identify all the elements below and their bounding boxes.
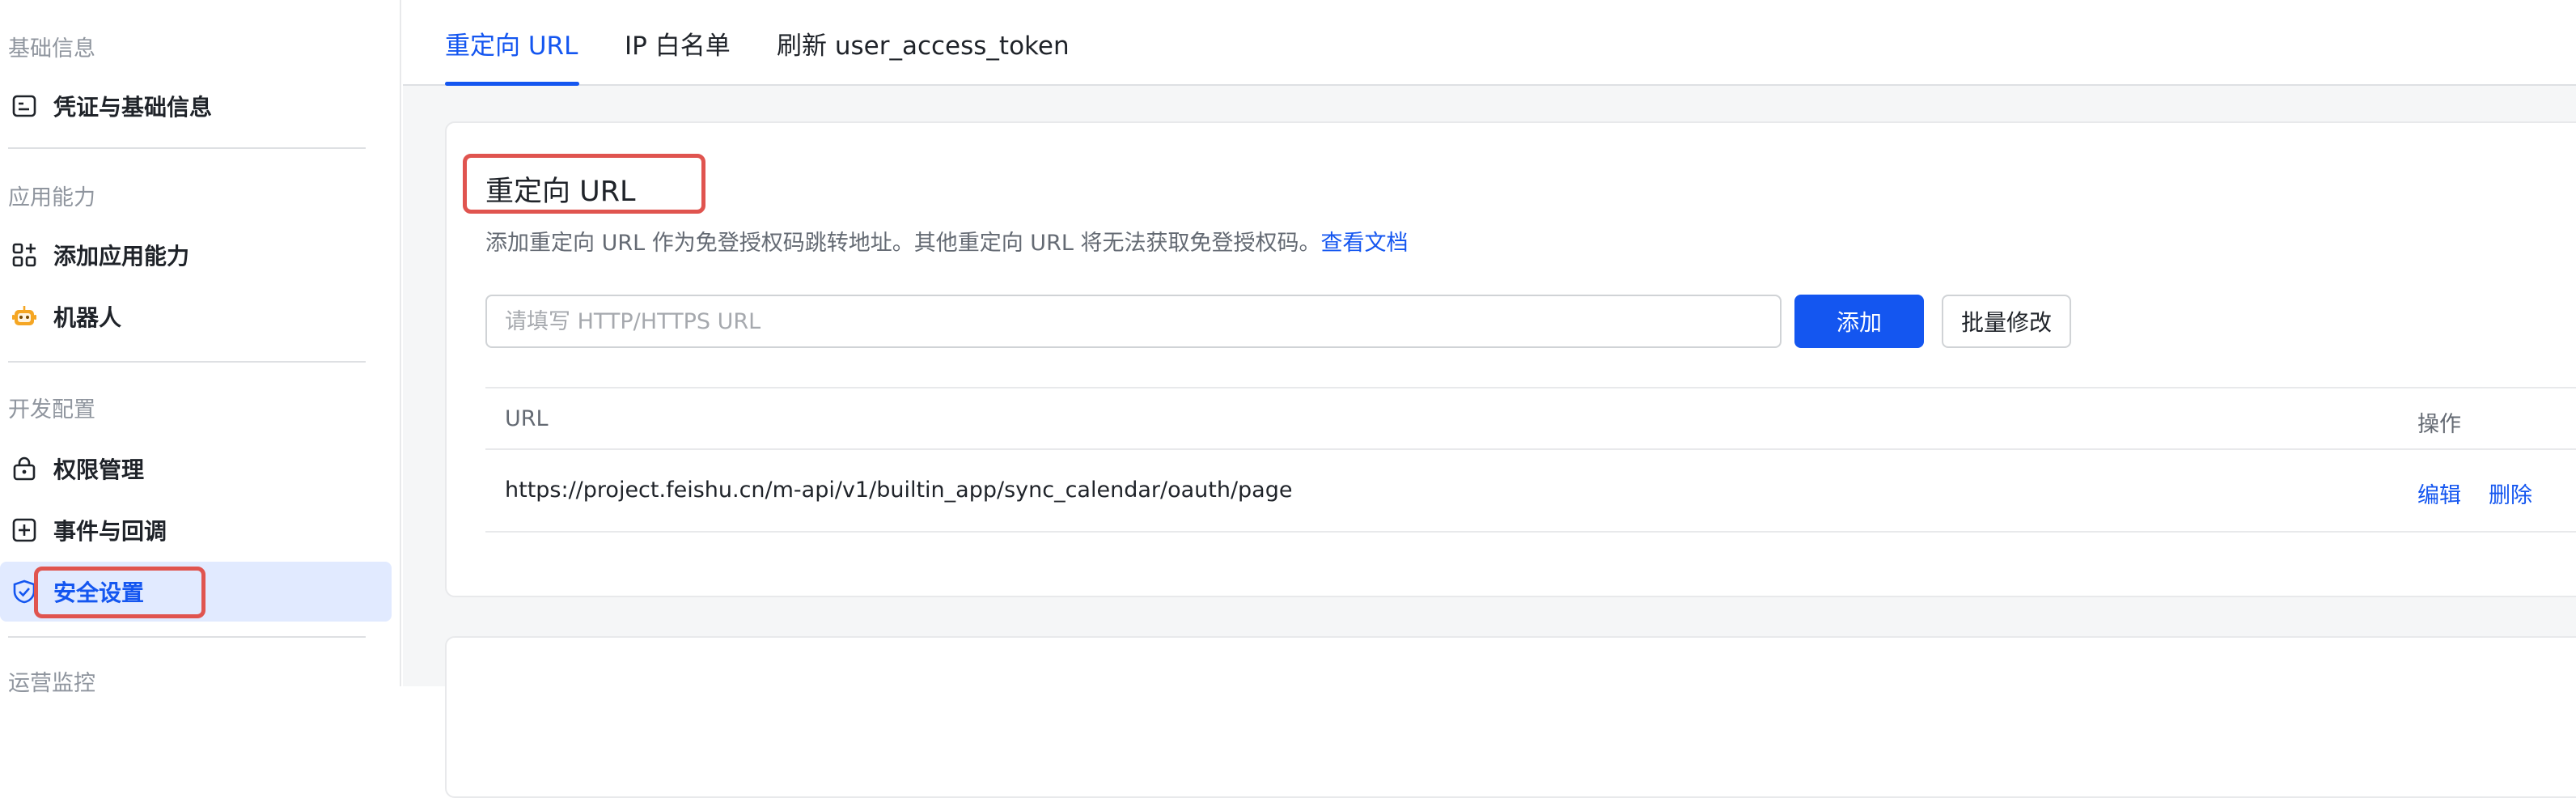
column-header-actions: 操作 <box>2417 412 2461 437</box>
shield-icon <box>11 579 37 605</box>
section-description: 添加重定向 URL 作为免登授权码跳转地址。其他重定向 URL 将无法获取免登授… <box>485 225 1408 257</box>
sidebar-item-label: 添加应用能力 <box>53 243 190 270</box>
tab-ip-whitelist[interactable]: IP 白名单 <box>625 0 731 86</box>
apps-add-icon <box>11 242 37 268</box>
table-row: https://project.feishu.cn/m-api/v1/built… <box>485 450 2576 533</box>
table-header: URL 操作 <box>485 387 2576 450</box>
edit-link[interactable]: 编辑 <box>2417 478 2461 509</box>
sidebar-item-add-capability[interactable]: 添加应用能力 <box>0 225 392 285</box>
next-section-card <box>445 636 2576 798</box>
sidebar-item-credentials[interactable]: 凭证与基础信息 <box>0 76 392 136</box>
group-title-basic: 基础信息 <box>8 36 95 62</box>
url-cell: https://project.feishu.cn/m-api/v1/built… <box>505 478 1293 503</box>
robot-icon <box>11 303 37 329</box>
divider <box>8 147 366 149</box>
divider <box>8 361 366 363</box>
sidebar-item-label: 凭证与基础信息 <box>53 94 213 121</box>
tab-redirect-url[interactable]: 重定向 URL <box>445 0 578 86</box>
group-title-capabilities: 应用能力 <box>8 185 95 210</box>
main-content: 重定向 URL IP 白名单 刷新 user_access_token 重定向 … <box>403 0 2576 798</box>
doc-link[interactable]: 查看文档 <box>1320 231 1408 256</box>
redirect-url-table: URL 操作 https://project.feishu.cn/m-api/v… <box>485 387 2576 533</box>
sidebar-item-label: 安全设置 <box>53 579 145 606</box>
column-header-url: URL <box>505 406 549 431</box>
description-text: 添加重定向 URL 作为免登授权码跳转地址。其他重定向 URL 将无法获取免登授… <box>485 231 1321 256</box>
sidebar-item-label: 事件与回调 <box>53 518 167 545</box>
lock-icon <box>11 456 37 482</box>
delete-link[interactable]: 删除 <box>2489 478 2532 509</box>
divider <box>8 636 366 638</box>
active-tab-indicator <box>445 82 579 86</box>
sidebar-item-label: 权限管理 <box>53 456 145 483</box>
sidebar-item-security[interactable]: 安全设置 <box>0 562 392 622</box>
section-title: 重定向 URL <box>485 176 636 208</box>
redirect-url-card: 重定向 URL 添加重定向 URL 作为免登授权码跳转地址。其他重定向 URL … <box>445 121 2576 597</box>
tab-refresh-token[interactable]: 刷新 user_access_token <box>777 0 1070 86</box>
plus-box-icon <box>11 517 37 543</box>
sidebar-item-permissions[interactable]: 权限管理 <box>0 439 392 499</box>
sidebar-item-label: 机器人 <box>53 304 122 331</box>
batch-edit-button[interactable]: 批量修改 <box>1942 295 2071 348</box>
redirect-url-input[interactable] <box>485 295 1782 348</box>
add-button[interactable]: 添加 <box>1794 295 1924 348</box>
sidebar-item-events[interactable]: 事件与回调 <box>0 500 392 560</box>
tab-bar: 重定向 URL IP 白名单 刷新 user_access_token <box>403 0 2576 86</box>
sidebar: 基础信息 凭证与基础信息 应用能力 添加应用能力 机器人 开发配置 权限管理 事… <box>0 0 401 696</box>
sidebar-item-robot[interactable]: 机器人 <box>0 287 392 346</box>
group-title-ops: 运营监控 <box>8 671 95 696</box>
group-title-dev-config: 开发配置 <box>8 397 95 422</box>
credential-icon <box>11 93 37 119</box>
